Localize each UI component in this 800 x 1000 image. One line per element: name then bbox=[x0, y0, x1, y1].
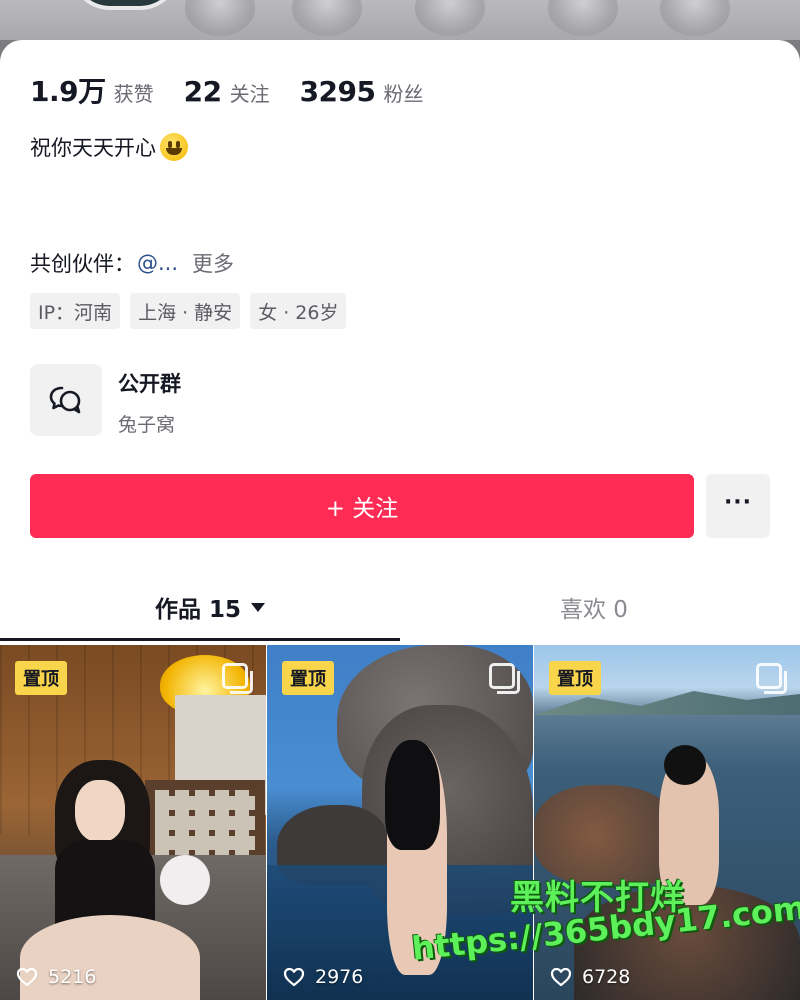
smile-emoji-icon bbox=[160, 133, 188, 161]
header-photo bbox=[292, 0, 362, 36]
group-subtitle: 兔子窝 bbox=[118, 414, 176, 436]
stat-label: 粉丝 bbox=[383, 82, 424, 106]
stat-value: 22 bbox=[183, 75, 222, 108]
header-photo bbox=[660, 0, 730, 36]
header-photo bbox=[185, 0, 255, 36]
content-tabs: 作品 15 喜欢 0 bbox=[0, 580, 800, 642]
scene-detail bbox=[160, 855, 210, 905]
cocreate-more-link[interactable]: 更多 bbox=[192, 248, 234, 278]
heart-outline-icon bbox=[283, 967, 305, 987]
tab-likes-label: 喜欢 0 bbox=[560, 597, 628, 623]
stat-followers[interactable]: 3295 粉丝 bbox=[300, 75, 424, 108]
tag-gender-age: 女 · 26岁 bbox=[250, 293, 347, 329]
tab-works[interactable]: 作品 15 bbox=[155, 590, 266, 624]
video-tile[interactable]: 置顶 5216 bbox=[0, 645, 266, 1000]
cocreate-partners: 共创伙伴： @... 更多 bbox=[30, 248, 234, 278]
profile-tags: IP：河南 上海 · 静安 女 · 26岁 bbox=[30, 293, 356, 329]
profile-card: 1.9万 获赞 22 关注 3295 粉丝 祝你天天开心 共创伙伴： @... … bbox=[0, 40, 800, 1000]
multi-image-icon bbox=[489, 663, 520, 694]
active-tab-indicator bbox=[0, 638, 400, 641]
video-grid: 置顶 5216 置顶 2976 置顶 6728 bbox=[0, 645, 800, 1000]
header-photo bbox=[415, 0, 485, 36]
video-likes: 2976 bbox=[283, 966, 363, 988]
pinned-badge: 置顶 bbox=[282, 661, 334, 695]
profile-header-background bbox=[0, 0, 800, 40]
heart-outline-icon bbox=[550, 967, 572, 987]
profile-bio: 祝你天天开心 bbox=[30, 132, 188, 162]
header-photo bbox=[548, 0, 618, 36]
ellipsis-icon: ··· bbox=[723, 489, 753, 515]
video-tile[interactable]: 置顶 2976 bbox=[267, 645, 533, 1000]
tag-ip: IP：河南 bbox=[30, 293, 121, 329]
multi-image-icon bbox=[756, 663, 787, 694]
scene-detail bbox=[664, 745, 706, 785]
cocreate-handle-link[interactable]: @... bbox=[137, 251, 178, 275]
group-title: 公开群 bbox=[118, 372, 181, 396]
video-likes: 6728 bbox=[550, 966, 630, 988]
video-tile[interactable]: 置顶 6728 bbox=[534, 645, 800, 1000]
chat-bubbles-icon bbox=[30, 364, 102, 436]
bio-text: 祝你天天开心 bbox=[30, 136, 156, 160]
more-options-button[interactable]: ··· bbox=[706, 474, 770, 538]
caret-down-icon bbox=[251, 602, 266, 612]
pinned-badge: 置顶 bbox=[15, 661, 67, 695]
likes-count: 6728 bbox=[582, 966, 631, 988]
profile-stats: 1.9万 获赞 22 关注 3295 粉丝 bbox=[30, 70, 454, 110]
public-group-entry[interactable]: 公开群 兔子窝 bbox=[30, 364, 181, 437]
stat-likes: 1.9万 获赞 bbox=[30, 70, 154, 110]
scene-detail bbox=[385, 740, 440, 850]
video-likes: 5216 bbox=[16, 966, 96, 988]
pinned-badge: 置顶 bbox=[549, 661, 601, 695]
tab-likes[interactable]: 喜欢 0 bbox=[560, 590, 628, 624]
tab-works-label: 作品 15 bbox=[155, 597, 242, 623]
cocreate-label: 共创伙伴： bbox=[30, 252, 135, 276]
heart-outline-icon bbox=[16, 967, 38, 987]
scene-detail bbox=[75, 780, 125, 842]
group-text: 公开群 兔子窝 bbox=[118, 364, 181, 437]
stat-following[interactable]: 22 关注 bbox=[184, 75, 270, 108]
tag-location[interactable]: 上海 · 静安 bbox=[130, 293, 241, 329]
stat-label: 获赞 bbox=[113, 82, 154, 106]
likes-count: 5216 bbox=[48, 966, 97, 988]
multi-image-icon bbox=[222, 663, 253, 694]
profile-avatar[interactable] bbox=[70, 0, 180, 10]
stat-label: 关注 bbox=[229, 82, 270, 106]
stat-value: 3295 bbox=[299, 75, 376, 108]
likes-count: 2976 bbox=[315, 966, 364, 988]
follow-button[interactable]: + 关注 bbox=[30, 474, 694, 538]
stat-value: 1.9万 bbox=[30, 75, 106, 108]
